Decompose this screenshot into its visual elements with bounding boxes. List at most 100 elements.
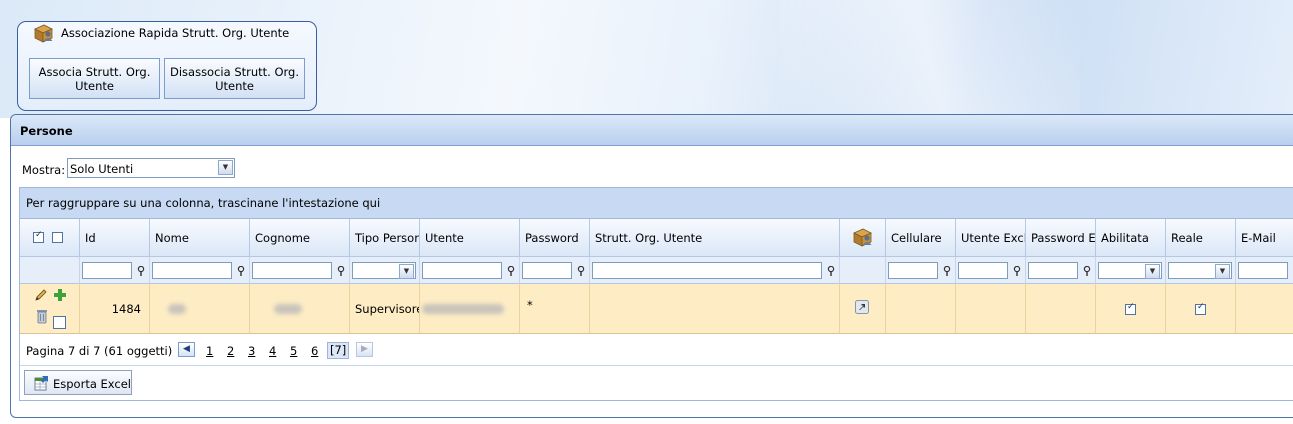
header-strutt-org-utente[interactable]: Strutt. Org. Utente xyxy=(590,219,840,257)
filter-icon[interactable] xyxy=(827,266,835,276)
associa-button[interactable]: Associa Strutt. Org. Utente xyxy=(29,58,160,99)
row-select-checkbox[interactable] xyxy=(53,316,66,329)
filter-utente-input[interactable] xyxy=(422,262,502,279)
export-excel-button[interactable]: Esporta Excel xyxy=(24,370,132,395)
select-page-checkbox[interactable] xyxy=(52,232,63,243)
filter-strutt-org-utente-input[interactable] xyxy=(592,262,822,279)
add-icon[interactable] xyxy=(53,288,67,302)
header-utente-excl-label: Utente Excl xyxy=(961,231,1026,245)
chevron-down-icon[interactable]: ▼ xyxy=(1215,264,1230,279)
filter-icon[interactable] xyxy=(943,266,951,276)
chevron-down-icon[interactable]: ▼ xyxy=(399,264,414,279)
header-password[interactable]: Password xyxy=(520,219,590,257)
open-link-icon[interactable] xyxy=(855,300,869,314)
row-tipo-persona: Supervisore xyxy=(355,302,420,316)
row-id-cell: 1484 xyxy=(80,284,150,334)
filter-password xyxy=(520,257,590,284)
row-reale-cell xyxy=(1166,284,1236,334)
filter-icon[interactable] xyxy=(237,266,245,276)
filter-tipo-persona-select[interactable]: ▼ xyxy=(352,262,416,279)
row-cellulare-cell xyxy=(886,284,956,334)
chevron-down-icon[interactable]: ▼ xyxy=(1145,264,1160,279)
filter-cognome-input[interactable] xyxy=(252,262,332,279)
disassocia-button[interactable]: Disassocia Strutt. Org. Utente xyxy=(164,58,305,99)
filter-reale: ▼ xyxy=(1166,257,1236,284)
filter-utente xyxy=(420,257,520,284)
header-email[interactable]: E-Mail xyxy=(1236,219,1293,257)
filter-utente-excl-input[interactable] xyxy=(958,262,1008,279)
header-reale[interactable]: Reale xyxy=(1166,219,1236,257)
filter-cellulare xyxy=(886,257,956,284)
filter-reale-select[interactable]: ▼ xyxy=(1168,262,1232,279)
chevron-down-icon[interactable]: ▼ xyxy=(218,160,233,175)
quick-panel-title: Associazione Rapida Strutt. Org. Utente xyxy=(61,26,290,40)
filter-tipo-persona: ▼ xyxy=(350,257,420,284)
filter-icon[interactable] xyxy=(137,266,145,276)
filter-email-input[interactable] xyxy=(1238,262,1288,279)
export-excel-label: Esporta Excel xyxy=(53,377,131,391)
select-all-checkbox[interactable] xyxy=(33,230,44,243)
header-password-e[interactable]: Password E xyxy=(1026,219,1096,257)
filter-icon[interactable] xyxy=(507,266,515,276)
header-tipo-persona-label: Tipo Persor xyxy=(355,231,419,245)
filter-cognome xyxy=(250,257,350,284)
header-email-label: E-Mail xyxy=(1241,231,1276,245)
page-link-3[interactable]: 3 xyxy=(248,344,255,358)
row-abilitata-checkbox xyxy=(1125,302,1136,315)
header-nome[interactable]: Nome xyxy=(150,219,250,257)
header-reale-label: Reale xyxy=(1171,231,1203,245)
pager-info: Pagina 7 di 7 (61 oggetti) xyxy=(26,344,173,358)
header-cellulare[interactable]: Cellulare xyxy=(886,219,956,257)
persone-grid: Per raggruppare su una colonna, trascina… xyxy=(19,187,1293,401)
filter-cellulare-input[interactable] xyxy=(888,262,938,279)
page-link-6[interactable]: 6 xyxy=(311,344,318,358)
header-id-label: Id xyxy=(85,231,96,245)
header-tipo-persona[interactable]: Tipo Persor xyxy=(350,219,420,257)
filter-abilitata-select[interactable]: ▼ xyxy=(1098,262,1162,279)
group-hint: Per raggruppare su una colonna, trascina… xyxy=(26,196,381,210)
filter-abilitata: ▼ xyxy=(1096,257,1166,284)
row-utente-excl-cell xyxy=(956,284,1026,334)
edit-icon[interactable] xyxy=(34,288,48,302)
prev-page-button[interactable]: ◀ xyxy=(178,342,195,357)
mostra-select-value: Solo Utenti xyxy=(70,162,134,176)
filter-id-input[interactable] xyxy=(82,262,132,279)
delete-icon[interactable] xyxy=(35,308,49,324)
filter-nome-input[interactable] xyxy=(152,262,232,279)
header-utente[interactable]: Utente xyxy=(420,219,520,257)
filter-icon[interactable] xyxy=(1013,266,1021,276)
blurred-utente xyxy=(422,304,504,314)
row-email-cell xyxy=(1236,284,1293,334)
filter-password-e-input[interactable] xyxy=(1028,262,1078,279)
filter-select-column xyxy=(20,257,80,284)
filter-icon[interactable] xyxy=(1083,266,1091,276)
page-link-1[interactable]: 1 xyxy=(206,344,213,358)
persone-panel: Persone Mostra: Solo Utenti ▼ Per raggru… xyxy=(10,114,1293,418)
page-link-2[interactable]: 2 xyxy=(227,344,234,358)
next-page-button[interactable]: ▶ xyxy=(356,342,373,357)
header-cognome-label: Cognome xyxy=(255,231,310,245)
mostra-label: Mostra: xyxy=(22,163,66,177)
header-abilitata-label: Abilitata xyxy=(1101,231,1149,245)
header-abilitata[interactable]: Abilitata xyxy=(1096,219,1166,257)
filter-icon[interactable] xyxy=(337,266,345,276)
header-utente-excl[interactable]: Utente Excl xyxy=(956,219,1026,257)
header-password-label: Password xyxy=(525,231,579,245)
persone-title: Persone xyxy=(20,124,73,138)
export-excel-icon xyxy=(34,376,48,391)
filter-id xyxy=(80,257,150,284)
filter-nome xyxy=(150,257,250,284)
blurred-nome xyxy=(168,304,186,314)
filter-password-input[interactable] xyxy=(522,262,572,279)
row-association-cell xyxy=(840,284,886,334)
page-link-5[interactable]: 5 xyxy=(290,344,297,358)
row-nome-cell xyxy=(150,284,250,334)
header-cognome[interactable]: Cognome xyxy=(250,219,350,257)
header-association-icon-column[interactable] xyxy=(840,219,886,257)
mostra-select[interactable]: Solo Utenti ▼ xyxy=(67,158,235,178)
row-abilitata-cell xyxy=(1096,284,1166,334)
page-link-4[interactable]: 4 xyxy=(269,344,276,358)
box-user-icon xyxy=(853,228,872,247)
filter-icon[interactable] xyxy=(577,266,585,276)
header-id[interactable]: Id xyxy=(80,219,150,257)
